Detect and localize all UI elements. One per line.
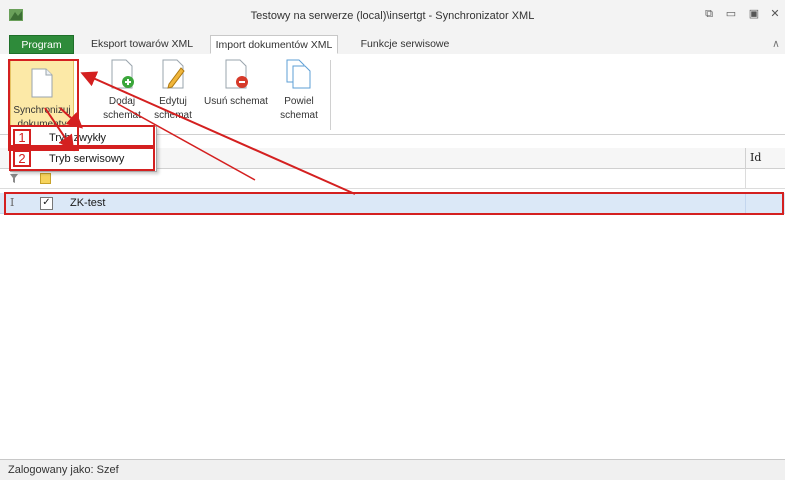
maximize-icon[interactable]: ▣ — [745, 6, 763, 22]
ribbon-collapse-icon[interactable]: ∧ — [770, 35, 782, 54]
edit-label-2: schemat — [154, 110, 192, 121]
annotation-number-1: 1 — [13, 129, 31, 146]
row-name-cell[interactable]: ZK-test — [70, 193, 105, 213]
menu-item-normal-mode[interactable]: 1 Tryb zwykły — [11, 128, 156, 148]
minimize-icon[interactable]: ▭ — [722, 6, 740, 22]
column-header-id[interactable]: Id — [745, 148, 761, 168]
menu-item-service-mode[interactable]: 2 Tryb serwisowy — [11, 149, 156, 169]
tab-program[interactable]: Program — [9, 35, 74, 54]
filter-checkbox[interactable] — [40, 173, 51, 184]
tab-export[interactable]: Eksport towarów XML — [82, 35, 202, 54]
edit-schema-button[interactable]: Edytuj schemat — [150, 58, 196, 121]
annotation-number-2: 2 — [13, 150, 31, 167]
menu-item-label: Tryb zwykły — [49, 132, 107, 144]
edit-document-icon — [162, 59, 185, 89]
delete-label: Usuń schemat — [204, 96, 268, 107]
column-divider — [745, 193, 746, 213]
menu-item-label: Tryb serwisowy — [49, 153, 125, 165]
edit-label-1: Edytuj — [159, 96, 187, 107]
tab-import[interactable]: Import dokumentów XML — [210, 35, 338, 54]
sync-mode-menu: 1 Tryb zwykły 2 Tryb serwisowy — [10, 126, 157, 172]
tab-service[interactable]: Funkcje serwisowe — [350, 35, 460, 54]
status-text: Zalogowany jako: Szef — [8, 464, 119, 476]
table-row[interactable]: I ✓ ZK-test — [0, 193, 785, 214]
add-schema-button[interactable]: Dodaj schemat — [100, 58, 144, 121]
dup-label-1: Powiel — [284, 96, 314, 107]
close-icon[interactable]: ✕ — [766, 6, 784, 22]
row-edit-cursor-icon: I — [10, 196, 15, 209]
document-icon — [31, 68, 53, 98]
sync-label-1: Synchronizuj — [13, 105, 71, 116]
dup-label-2: schemat — [280, 110, 318, 121]
delete-document-icon — [225, 59, 248, 89]
grid-filter-row — [0, 169, 785, 189]
title-bar: Testowy na serwerze (local)\insertgt - S… — [0, 0, 785, 32]
add-label-2: schemat — [103, 110, 141, 121]
ribbon: Synchronizuj dokumenty Dodaj schemat Edy… — [0, 54, 785, 135]
status-bar: Zalogowany jako: Szef — [0, 459, 785, 480]
restore-icon[interactable]: ⧉ — [700, 6, 718, 22]
sync-documents-button[interactable]: Synchronizuj dokumenty — [10, 60, 74, 130]
column-divider — [745, 169, 746, 188]
ribbon-tab-bar: Program Eksport towarów XML Import dokum… — [0, 32, 785, 55]
filter-icon[interactable] — [10, 174, 18, 183]
ribbon-divider — [330, 60, 331, 130]
row-checkbox[interactable]: ✓ — [40, 197, 53, 210]
duplicate-document-icon — [286, 59, 311, 89]
duplicate-schema-button[interactable]: Powiel schemat — [276, 58, 322, 121]
delete-schema-button[interactable]: Usuń schemat — [200, 58, 272, 107]
add-document-icon — [111, 59, 134, 89]
window-title: Testowy na serwerze (local)\insertgt - S… — [250, 10, 535, 22]
add-label-1: Dodaj — [108, 96, 136, 107]
